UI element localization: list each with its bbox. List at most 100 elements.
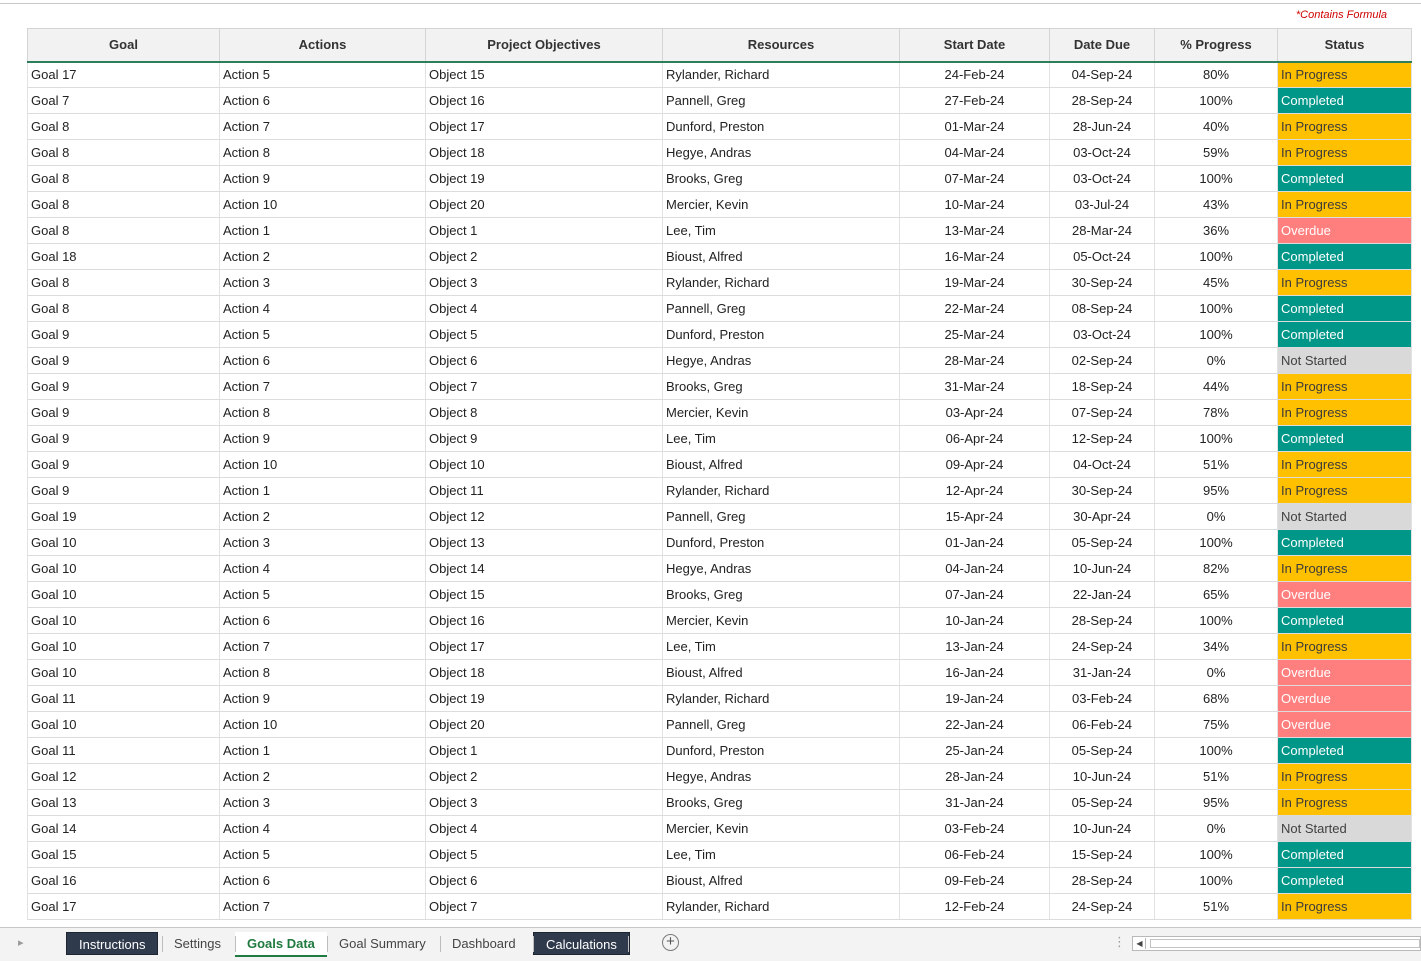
cell-start-date[interactable]: 19-Mar-24 [899, 269, 1050, 296]
cell-start-date[interactable]: 01-Mar-24 [899, 113, 1050, 140]
cell-goal[interactable]: Goal 10 [27, 711, 220, 738]
cell-start-date[interactable]: 13-Jan-24 [899, 633, 1050, 660]
cell-status[interactable]: In Progress [1277, 269, 1412, 296]
cell-objective[interactable]: Object 18 [425, 659, 663, 686]
cell-goal[interactable]: Goal 9 [27, 347, 220, 374]
cell-date-due[interactable]: 10-Jun-24 [1049, 555, 1155, 582]
cell-date-due[interactable]: 03-Oct-24 [1049, 139, 1155, 166]
cell-date-due[interactable]: 28-Sep-24 [1049, 867, 1155, 894]
cell-resource[interactable]: Dunford, Preston [662, 113, 900, 140]
cell-goal[interactable]: Goal 10 [27, 581, 220, 608]
spreadsheet-grid[interactable]: Goal Actions Project Objectives Resource… [0, 28, 1421, 926]
cell-status[interactable]: In Progress [1277, 373, 1412, 400]
cell-progress[interactable]: 95% [1154, 477, 1278, 504]
cell-progress[interactable]: 100% [1154, 737, 1278, 764]
cell-start-date[interactable]: 13-Mar-24 [899, 217, 1050, 244]
cell-date-due[interactable]: 28-Sep-24 [1049, 87, 1155, 114]
cell-status[interactable]: Completed [1277, 87, 1412, 114]
cell-status[interactable]: Not Started [1277, 503, 1412, 530]
cell-resource[interactable]: Rylander, Richard [662, 477, 900, 504]
cell-status[interactable]: Completed [1277, 321, 1412, 348]
header-status[interactable]: Status [1277, 28, 1412, 63]
cell-action[interactable]: Action 5 [219, 841, 426, 868]
tab-settings[interactable]: Settings [162, 932, 233, 955]
cell-progress[interactable]: 100% [1154, 243, 1278, 270]
cell-start-date[interactable]: 09-Apr-24 [899, 451, 1050, 478]
cell-date-due[interactable]: 28-Jun-24 [1049, 113, 1155, 140]
cell-status[interactable]: In Progress [1277, 191, 1412, 218]
cell-resource[interactable]: Mercier, Kevin [662, 607, 900, 634]
cell-date-due[interactable]: 02-Sep-24 [1049, 347, 1155, 374]
cell-goal[interactable]: Goal 8 [27, 217, 220, 244]
cell-resource[interactable]: Brooks, Greg [662, 789, 900, 816]
cell-progress[interactable]: 95% [1154, 789, 1278, 816]
header-resources[interactable]: Resources [662, 28, 900, 63]
cell-date-due[interactable]: 24-Sep-24 [1049, 633, 1155, 660]
cell-date-due[interactable]: 18-Sep-24 [1049, 373, 1155, 400]
cell-resource[interactable]: Hegye, Andras [662, 347, 900, 374]
cell-progress[interactable]: 100% [1154, 295, 1278, 322]
cell-start-date[interactable]: 25-Mar-24 [899, 321, 1050, 348]
cell-action[interactable]: Action 9 [219, 425, 426, 452]
cell-status[interactable]: Completed [1277, 607, 1412, 634]
cell-resource[interactable]: Bioust, Alfred [662, 659, 900, 686]
cell-action[interactable]: Action 9 [219, 165, 426, 192]
cell-objective[interactable]: Object 7 [425, 893, 663, 920]
cell-status[interactable]: In Progress [1277, 763, 1412, 790]
cell-action[interactable]: Action 2 [219, 763, 426, 790]
cell-start-date[interactable]: 06-Feb-24 [899, 841, 1050, 868]
cell-date-due[interactable]: 04-Sep-24 [1049, 61, 1155, 88]
cell-objective[interactable]: Object 12 [425, 503, 663, 530]
cell-resource[interactable]: Mercier, Kevin [662, 191, 900, 218]
cell-status[interactable]: In Progress [1277, 451, 1412, 478]
tab-instructions[interactable]: Instructions [66, 932, 159, 955]
cell-resource[interactable]: Bioust, Alfred [662, 451, 900, 478]
cell-date-due[interactable]: 30-Sep-24 [1049, 269, 1155, 296]
cell-progress[interactable]: 65% [1154, 581, 1278, 608]
cell-goal[interactable]: Goal 9 [27, 477, 220, 504]
cell-objective[interactable]: Object 5 [425, 321, 663, 348]
cell-goal[interactable]: Goal 8 [27, 165, 220, 192]
cell-start-date[interactable]: 25-Jan-24 [899, 737, 1050, 764]
cell-goal[interactable]: Goal 17 [27, 61, 220, 88]
cell-date-due[interactable]: 03-Feb-24 [1049, 685, 1155, 712]
cell-date-due[interactable]: 05-Sep-24 [1049, 789, 1155, 816]
cell-goal[interactable]: Goal 14 [27, 815, 220, 842]
header-goal[interactable]: Goal [27, 28, 220, 63]
cell-start-date[interactable]: 22-Jan-24 [899, 711, 1050, 738]
cell-date-due[interactable]: 03-Jul-24 [1049, 191, 1155, 218]
cell-resource[interactable]: Lee, Tim [662, 633, 900, 660]
cell-status[interactable]: In Progress [1277, 399, 1412, 426]
header-start-date[interactable]: Start Date [899, 28, 1050, 63]
cell-progress[interactable]: 100% [1154, 607, 1278, 634]
horizontal-scrollbar[interactable]: ◀ [1132, 936, 1421, 951]
cell-start-date[interactable]: 12-Apr-24 [899, 477, 1050, 504]
cell-progress[interactable]: 45% [1154, 269, 1278, 296]
cell-status[interactable]: Completed [1277, 165, 1412, 192]
cell-progress[interactable]: 51% [1154, 451, 1278, 478]
cell-start-date[interactable]: 07-Jan-24 [899, 581, 1050, 608]
cell-objective[interactable]: Object 19 [425, 165, 663, 192]
cell-action[interactable]: Action 5 [219, 581, 426, 608]
cell-date-due[interactable]: 30-Sep-24 [1049, 477, 1155, 504]
cell-action[interactable]: Action 6 [219, 87, 426, 114]
cell-resource[interactable]: Lee, Tim [662, 425, 900, 452]
cell-action[interactable]: Action 8 [219, 399, 426, 426]
cell-progress[interactable]: 51% [1154, 893, 1278, 920]
cell-resource[interactable]: Bioust, Alfred [662, 243, 900, 270]
cell-goal[interactable]: Goal 17 [27, 893, 220, 920]
cell-action[interactable]: Action 7 [219, 893, 426, 920]
cell-start-date[interactable]: 04-Jan-24 [899, 555, 1050, 582]
cell-progress[interactable]: 36% [1154, 217, 1278, 244]
cell-progress[interactable]: 80% [1154, 61, 1278, 88]
cell-goal[interactable]: Goal 15 [27, 841, 220, 868]
cell-objective[interactable]: Object 17 [425, 633, 663, 660]
cell-status[interactable]: Completed [1277, 867, 1412, 894]
cell-progress[interactable]: 59% [1154, 139, 1278, 166]
cell-action[interactable]: Action 4 [219, 815, 426, 842]
cell-action[interactable]: Action 4 [219, 295, 426, 322]
cell-status[interactable]: Completed [1277, 295, 1412, 322]
cell-action[interactable]: Action 10 [219, 451, 426, 478]
cell-start-date[interactable]: 07-Mar-24 [899, 165, 1050, 192]
cell-action[interactable]: Action 7 [219, 633, 426, 660]
